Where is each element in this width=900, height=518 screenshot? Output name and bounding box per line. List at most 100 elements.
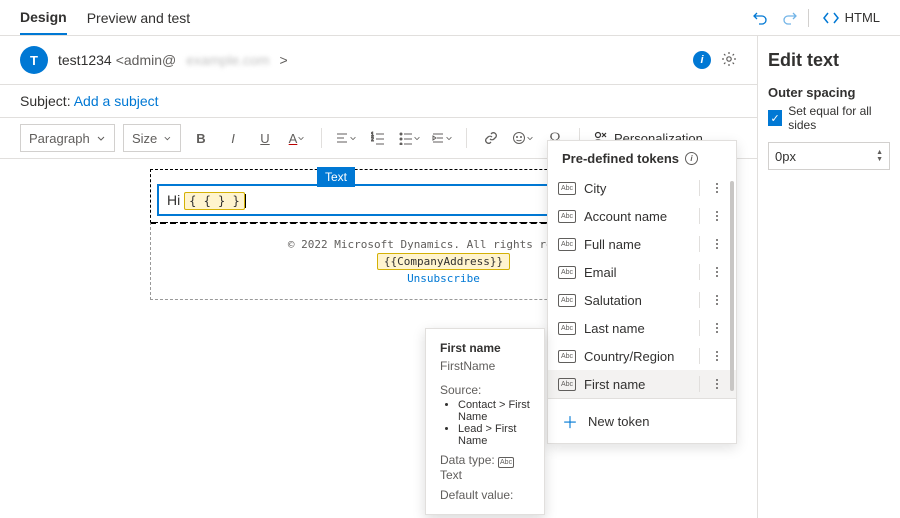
tooltip-type-label: Data type:: [440, 453, 495, 467]
more-icon[interactable]: [708, 323, 726, 333]
spacing-input[interactable]: 0px ▲▼: [768, 142, 890, 170]
tokens-header: Pre-defined tokens i: [548, 141, 736, 174]
greeting-text: Hi: [167, 192, 184, 208]
company-address-token: {{CompanyAddress}}: [377, 253, 510, 270]
info-icon[interactable]: i: [685, 152, 698, 165]
subject-line: Subject: Add a subject: [0, 85, 757, 118]
sender-email-end: >: [280, 52, 288, 68]
redo-button[interactable]: [778, 6, 802, 30]
equal-sides-checkbox[interactable]: ✓: [768, 110, 782, 126]
numbered-list-button[interactable]: 12: [366, 126, 390, 150]
token-item[interactable]: Abc Country/Region: [548, 342, 736, 370]
tooltip-title: First name: [440, 341, 530, 355]
abc-badge-icon: Abc: [558, 378, 576, 391]
more-icon[interactable]: [708, 211, 726, 221]
more-icon[interactable]: [708, 267, 726, 277]
tooltip-source-item: Contact > First Name: [458, 399, 530, 423]
font-color-button[interactable]: A: [285, 126, 309, 150]
tabs: Design Preview and test: [20, 1, 190, 35]
token-item-label: Salutation: [584, 293, 642, 308]
tokens-dropdown: Pre-defined tokens i Abc City Abc Accoun…: [547, 140, 737, 444]
token-placeholder: { { } }: [184, 192, 245, 210]
bullet-list-button[interactable]: [398, 126, 422, 150]
underline-button[interactable]: U: [253, 126, 277, 150]
scrollbar-thumb[interactable]: [730, 181, 734, 391]
sender-avatar: T: [20, 46, 48, 74]
spinner-arrows[interactable]: ▲▼: [876, 149, 883, 163]
sender-name: test1234: [58, 52, 112, 68]
info-icon[interactable]: i: [693, 51, 711, 69]
tab-design[interactable]: Design: [20, 1, 67, 35]
token-item-label: City: [584, 181, 606, 196]
token-item-label: First name: [584, 377, 645, 392]
paragraph-select[interactable]: Paragraph: [20, 124, 115, 152]
token-item-label: Last name: [584, 321, 645, 336]
more-icon[interactable]: [708, 295, 726, 305]
subject-label: Subject:: [20, 93, 71, 109]
more-icon[interactable]: [708, 183, 726, 193]
tooltip-source-label: Source:: [440, 383, 530, 397]
from-line: T test1234 <admin@ example.com > i: [0, 36, 757, 85]
abc-badge-icon: Abc: [558, 238, 576, 251]
sender-email-start: <admin@: [116, 52, 177, 68]
top-tab-bar: Design Preview and test HTML: [0, 0, 900, 36]
emoji-button[interactable]: [511, 126, 535, 150]
sender-email-obscured: example.com: [186, 52, 269, 68]
token-tooltip: First name FirstName Source: Contact > F…: [425, 328, 545, 515]
paragraph-select-label: Paragraph: [29, 131, 90, 146]
align-button[interactable]: [334, 126, 358, 150]
more-icon[interactable]: [708, 351, 726, 361]
token-item[interactable]: Abc Last name: [548, 314, 736, 342]
token-item[interactable]: Abc Full name: [548, 230, 736, 258]
gear-icon[interactable]: [721, 51, 737, 70]
undo-button[interactable]: [748, 6, 772, 30]
token-item[interactable]: Abc Salutation: [548, 286, 736, 314]
tooltip-source-list: Contact > First Name Lead > First Name: [440, 399, 530, 447]
abc-badge-icon: Abc: [558, 266, 576, 279]
size-select-label: Size: [132, 131, 157, 146]
tooltip-type-value: Text: [440, 468, 462, 482]
abc-badge-icon: Abc: [558, 294, 576, 307]
token-item-label: Email: [584, 265, 617, 280]
token-item-label: Country/Region: [584, 349, 674, 364]
svg-text:2: 2: [371, 137, 374, 143]
abc-badge-icon: Abc: [558, 210, 576, 223]
plus-icon: ＋: [562, 409, 578, 433]
abc-badge-icon: Abc: [558, 182, 576, 195]
italic-button[interactable]: I: [221, 126, 245, 150]
abc-badge-icon: Abc: [558, 350, 576, 363]
new-token-button[interactable]: ＋ New token: [548, 398, 736, 443]
token-item-label: Account name: [584, 209, 667, 224]
tokens-header-label: Pre-defined tokens: [562, 151, 679, 166]
unsubscribe-link[interactable]: Unsubscribe: [407, 272, 480, 285]
token-item[interactable]: Abc Email: [548, 258, 736, 286]
more-icon[interactable]: [708, 379, 726, 389]
token-item[interactable]: Abc Account name: [548, 202, 736, 230]
add-subject-link[interactable]: Add a subject: [74, 93, 159, 109]
link-button[interactable]: [479, 126, 503, 150]
spacing-value: 0px: [775, 149, 796, 164]
html-view-button[interactable]: HTML: [823, 10, 880, 26]
token-item[interactable]: Abc City: [548, 174, 736, 202]
type-badge-icon: Abc: [498, 457, 514, 468]
token-item[interactable]: Abc First name: [548, 370, 736, 398]
properties-pane: Edit text Outer spacing ✓ Set equal for …: [757, 36, 900, 518]
size-select[interactable]: Size: [123, 124, 181, 152]
tooltip-code: FirstName: [440, 359, 530, 373]
tooltip-source-item: Lead > First Name: [458, 423, 530, 447]
tooltip-default-label: Default value:: [440, 488, 530, 502]
html-view-label: HTML: [845, 10, 880, 25]
equal-sides-row[interactable]: ✓ Set equal for all sides: [768, 104, 890, 132]
tooltip-type-row: Data type: Abc Text: [440, 453, 530, 482]
new-token-label: New token: [588, 414, 649, 429]
indent-button[interactable]: [430, 126, 454, 150]
bold-button[interactable]: B: [189, 126, 213, 150]
text-block-label: Text: [317, 167, 355, 187]
properties-heading: Edit text: [768, 50, 890, 71]
outer-spacing-label: Outer spacing: [768, 85, 890, 100]
more-icon[interactable]: [708, 239, 726, 249]
abc-badge-icon: Abc: [558, 322, 576, 335]
equal-sides-label: Set equal for all sides: [788, 104, 890, 132]
tab-preview[interactable]: Preview and test: [87, 2, 191, 34]
token-item-label: Full name: [584, 237, 641, 252]
